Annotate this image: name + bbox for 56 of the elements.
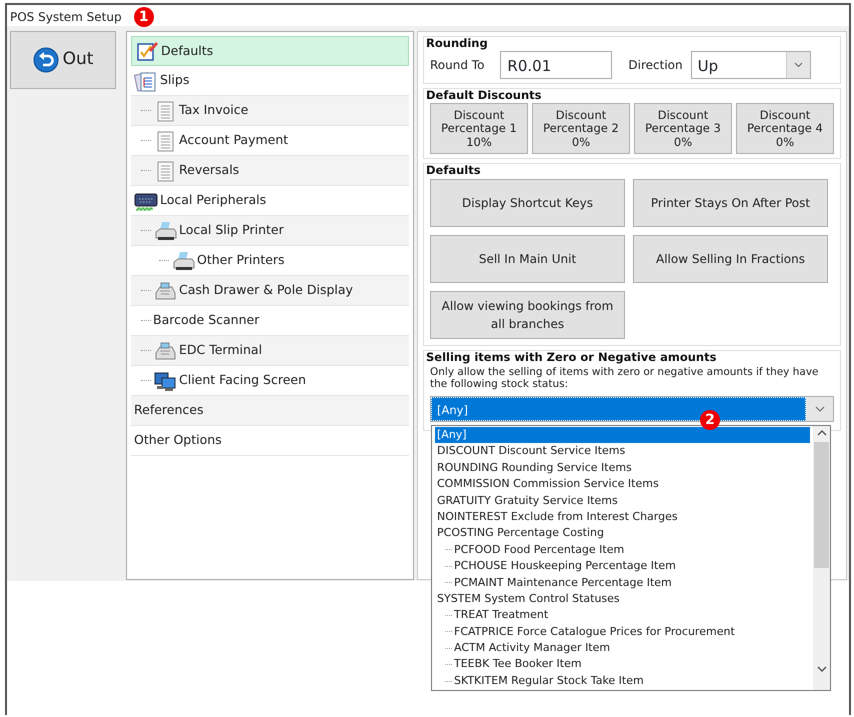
discount-button[interactable]: Discount Percentage 2 0%	[532, 103, 630, 154]
group-title: Defaults	[426, 164, 482, 178]
chevron-icon	[794, 62, 803, 68]
discount-button[interactable]: Discount Percentage 4 0%	[736, 103, 834, 154]
back-icon	[32, 47, 59, 73]
tree-item[interactable]: Reversals	[131, 156, 409, 186]
dropdown-option[interactable]: COMMISSION Commission Service Items	[435, 476, 810, 493]
dropdown-option[interactable]: DISCOUNT Discount Service Items	[435, 443, 810, 460]
option-button[interactable]: Display Shortcut Keys	[430, 178, 625, 227]
dropdown-option[interactable]: PCOSTING Percentage Costing	[435, 525, 810, 542]
dropdown-option[interactable]: FCATPRICE Force Catalogue Prices for Procurement	[435, 624, 810, 640]
dropdown-option[interactable]: [Any]	[435, 427, 810, 444]
notepad-icon	[135, 40, 159, 62]
callout-marker: 1	[134, 7, 154, 27]
field-label: Round To	[430, 57, 484, 74]
option-button[interactable]: Sell In Main Unit	[430, 234, 625, 283]
monitors-icon	[153, 370, 177, 392]
register-icon	[153, 280, 177, 302]
discount-button[interactable]: Discount Percentage 3 0%	[634, 103, 732, 154]
printer-icon	[171, 250, 195, 272]
option-button[interactable]: Allow Selling In Fractions	[633, 234, 828, 283]
group-title: Rounding	[426, 37, 489, 50]
dropdown-option[interactable]: SYSTEM System Control Statuses	[435, 590, 810, 608]
tree-item[interactable]: References	[131, 396, 409, 426]
dropdown-option[interactable]: SKTKITEM Regular Stock Take Item	[435, 672, 810, 690]
register-icon	[153, 340, 177, 362]
dropdown-option[interactable]: PCMAINT Maintenance Percentage Item	[435, 574, 810, 591]
window-title: POS System Setup	[10, 9, 122, 26]
tree-item[interactable]: Tax Invoice	[131, 96, 409, 126]
group-title: Default Discounts	[426, 89, 543, 102]
option-button[interactable]: Printer Stays On After Post	[633, 178, 828, 227]
dropdown-option[interactable]: NOINTEREST Exclude from Interest Charges	[435, 509, 810, 526]
chevron-icon	[814, 406, 824, 412]
option-button[interactable]: Allow viewing bookings from all branches	[430, 290, 625, 339]
scrollbar[interactable]	[813, 426, 830, 690]
out-button[interactable]: Out	[10, 31, 116, 89]
discount-button[interactable]: Discount Percentage 1 10%	[430, 103, 528, 154]
field-label: Direction	[628, 57, 683, 74]
tree-item[interactable]: Cash Drawer & Pole Display	[131, 276, 409, 306]
pages-icon	[134, 70, 158, 92]
description-text: Only allow the selling of items with zero or negative amounts if they have the following stock status:	[430, 366, 820, 392]
dropdown-option[interactable]: TEEBK Tee Booker Item	[435, 656, 810, 673]
dropdown-option[interactable]: ACTM Activity Manager Item	[435, 640, 810, 657]
tree-item[interactable]: Local Slip Printer	[131, 216, 409, 246]
dropdown-option[interactable]: PCHOUSE Houskeeping Percentage Item	[435, 558, 810, 575]
round-to-field[interactable]: R0.01	[500, 51, 612, 80]
direction-dropdown[interactable]: Up	[690, 51, 811, 80]
tree-item[interactable]: Defaults	[131, 36, 409, 66]
dropdown-option[interactable]: TREAT Treatment	[435, 607, 810, 624]
dropdown-option[interactable]: ROUNDING Rounding Service Items	[435, 460, 810, 476]
dropdown-option[interactable]: GRATUITY Gratuity Service Items	[435, 492, 810, 510]
group-title: Selling items with Zero or Negative amounts	[426, 350, 718, 364]
tree-item[interactable]: EDC Terminal	[131, 336, 409, 366]
printer-icon	[153, 220, 177, 242]
dropdown-option[interactable]: PCFOOD Food Percentage Item	[435, 542, 810, 558]
tree-item[interactable]: Other Options	[131, 426, 409, 456]
